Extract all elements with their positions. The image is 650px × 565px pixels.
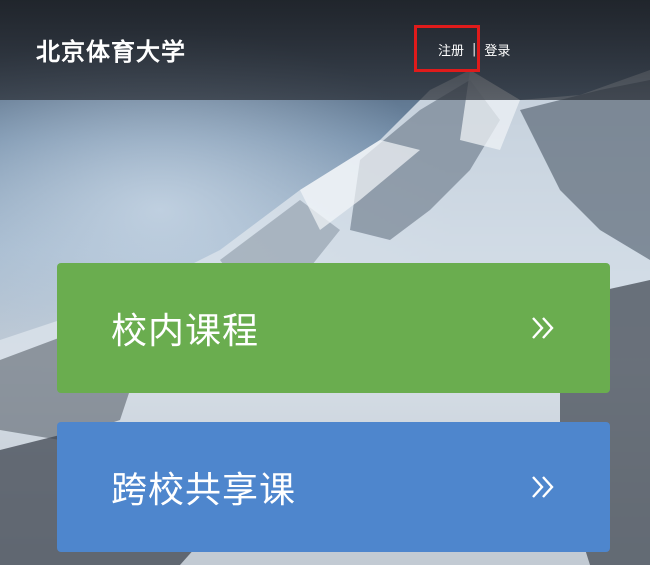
- double-chevron-right-icon: [532, 476, 554, 498]
- login-link[interactable]: 登录: [484, 40, 510, 59]
- register-highlight-box: [414, 25, 480, 72]
- shared-courses-label: 跨校共享课: [111, 470, 297, 511]
- top-bar: 北京体育大学 注册 | 登录: [0, 0, 650, 100]
- site-title: 北京体育大学: [36, 38, 186, 66]
- double-chevron-right-icon: [532, 317, 554, 339]
- shared-courses-card[interactable]: 跨校共享课: [57, 422, 610, 552]
- campus-courses-label: 校内课程: [111, 311, 260, 352]
- campus-courses-card[interactable]: 校内课程: [57, 263, 610, 393]
